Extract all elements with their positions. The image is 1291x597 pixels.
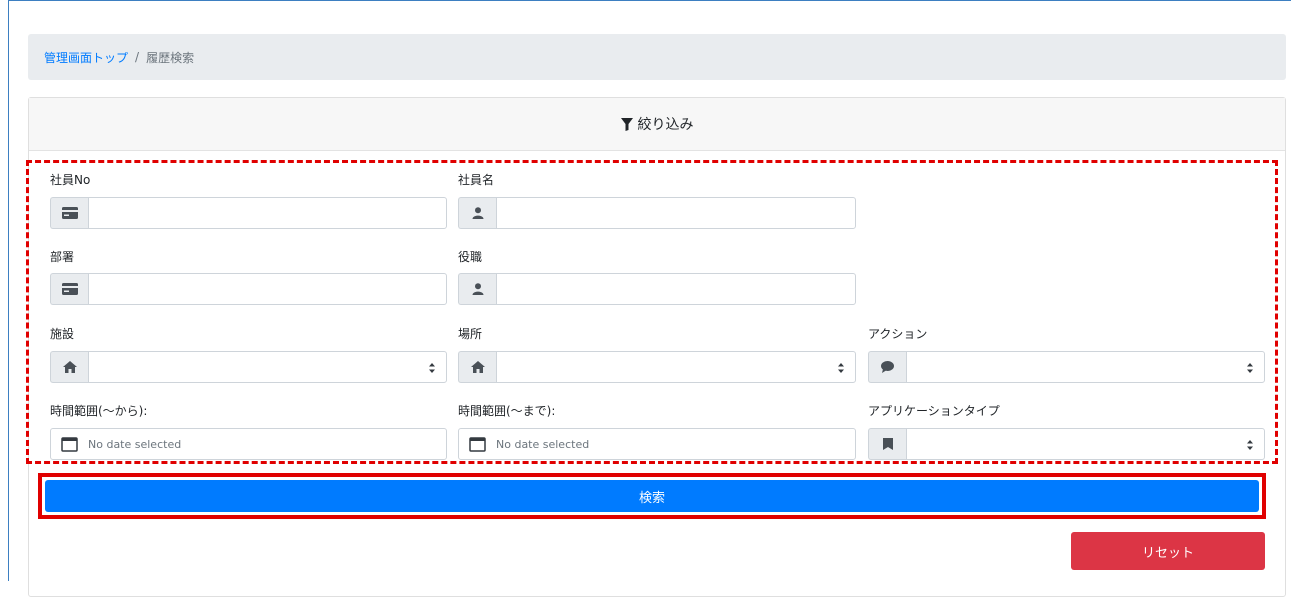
window-top-border [8,0,1291,1]
time-to-label: 時間範囲(～まで): [458,404,556,418]
breadcrumb: 管理画面トップ / 履歴検索 [28,34,1286,80]
home-icon [50,351,88,383]
action-select[interactable] [906,351,1265,383]
app-type-label: アプリケーションタイプ [868,404,1000,418]
employee-no-label: 社員No [50,173,91,187]
reset-button[interactable]: リセット [1071,532,1265,570]
department-label: 部署 [50,250,75,264]
time-to-datepicker[interactable]: No date selected [458,428,856,460]
home-icon [458,351,496,383]
comment-icon [868,351,906,383]
action-group [868,351,1265,383]
window-left-border [8,0,9,581]
department-group [50,273,447,305]
filter-header-label: 絞り込み [637,117,694,133]
employee-no-group [50,197,447,229]
select-arrows-icon [838,363,844,373]
calendar-icon [469,436,486,452]
breadcrumb-separator: / [135,50,140,64]
location-group [458,351,856,383]
filter-icon [620,117,633,131]
time-from-datepicker[interactable]: No date selected [50,428,447,460]
select-arrows-icon [429,363,435,373]
user-icon [458,273,496,305]
breadcrumb-current: 履歴検索 [146,50,195,65]
employee-name-label: 社員名 [458,173,495,187]
filter-card: 絞り込み [28,97,1286,597]
location-select[interactable] [496,351,856,383]
location-label: 場所 [458,327,483,341]
facility-group [50,351,447,383]
id-card-icon [50,273,88,305]
search-button[interactable]: 検索 [45,480,1259,512]
select-arrows-icon [1247,363,1253,373]
app-type-group [868,428,1265,460]
position-label: 役職 [458,250,483,264]
calendar-icon [61,436,78,452]
id-card-icon [50,197,88,229]
bookmark-icon [868,428,906,460]
position-group [458,273,856,305]
time-to-placeholder: No date selected [496,437,590,451]
time-from-placeholder: No date selected [88,437,182,451]
department-input[interactable] [88,273,447,305]
time-from-label: 時間範囲(～から): [50,404,148,418]
employee-name-group [458,197,856,229]
user-icon [458,197,496,229]
filter-header[interactable]: 絞り込み [29,98,1285,151]
facility-select[interactable] [88,351,447,383]
app-type-select[interactable] [906,428,1265,460]
employee-name-input[interactable] [496,197,856,229]
select-arrows-icon [1247,440,1253,450]
facility-label: 施設 [50,327,75,341]
employee-no-input[interactable] [88,197,447,229]
breadcrumb-home-link[interactable]: 管理画面トップ [44,49,128,66]
action-label: アクション [868,327,928,341]
position-input[interactable] [496,273,856,305]
